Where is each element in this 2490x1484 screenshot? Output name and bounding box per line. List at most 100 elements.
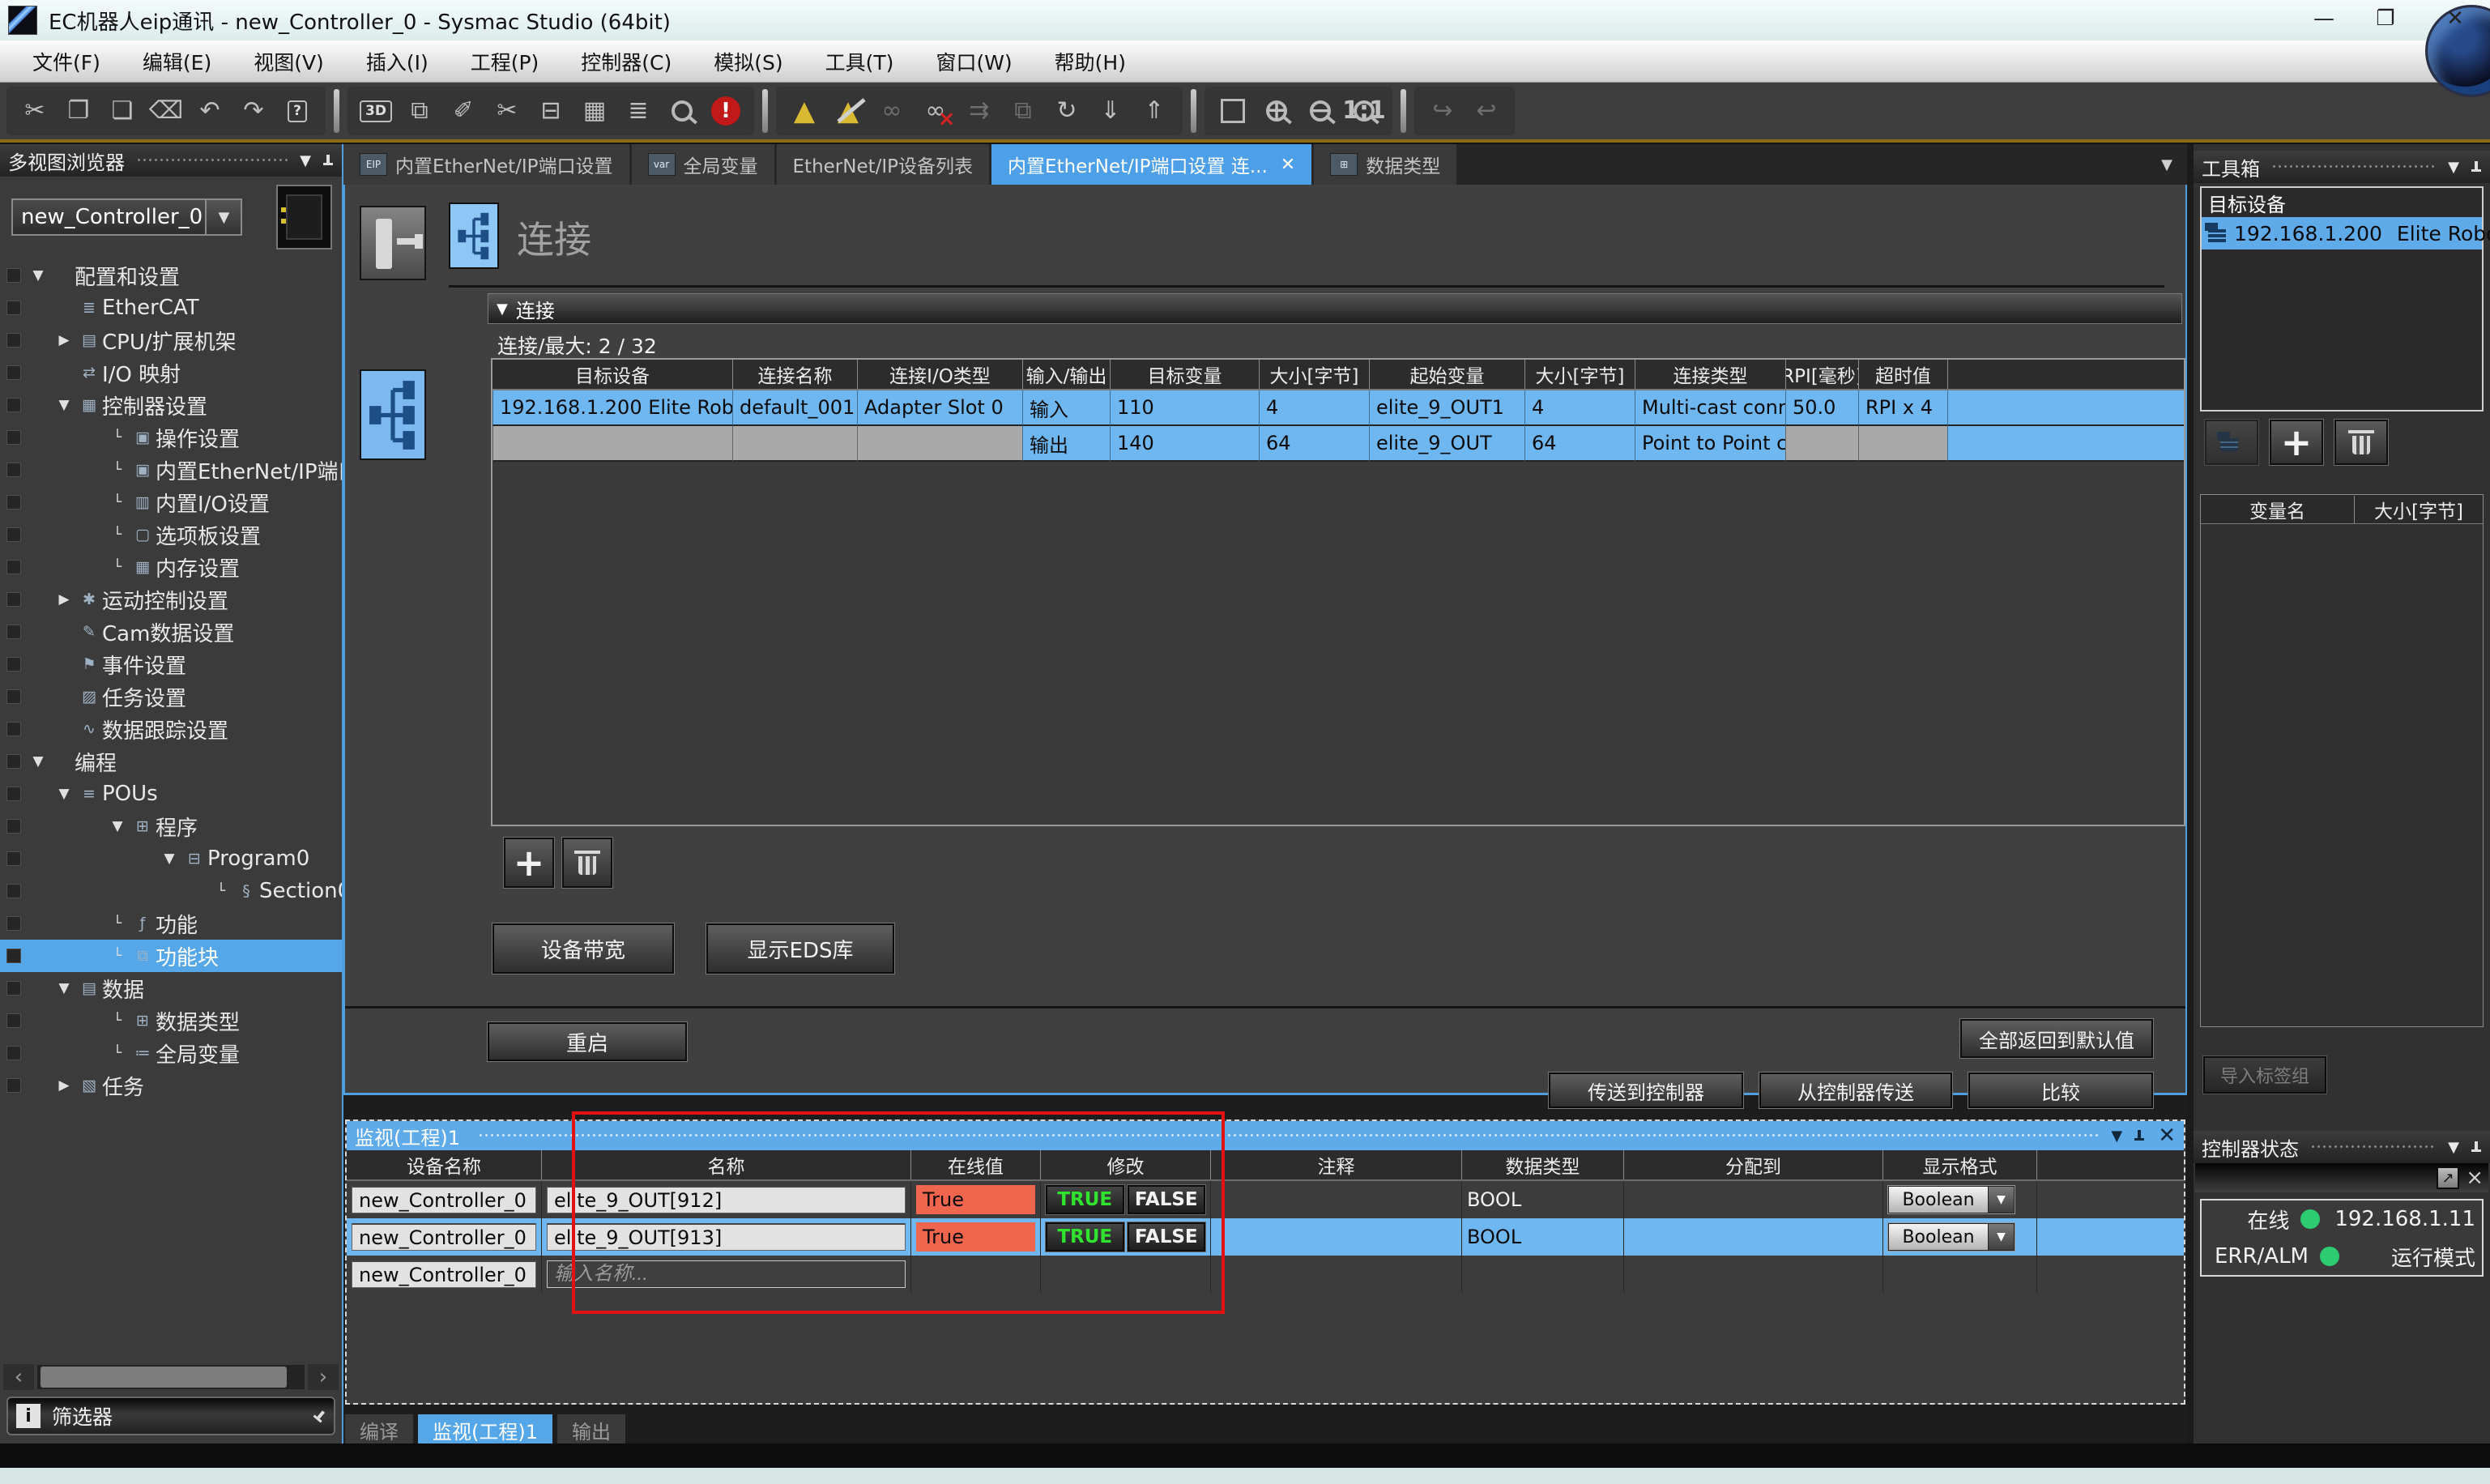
tree-expand-icon[interactable]: ▶ [52,1077,76,1094]
rail-monitor-icon[interactable]: ≣ [616,88,660,134]
menu-controller[interactable]: 控制器(C) [560,41,693,83]
sidebar-item-functions[interactable]: └ ƒ 功能 [0,907,342,940]
tree-checkbox[interactable] [6,463,21,477]
tab-data-types[interactable]: ⊞ 数据类型 [1314,144,1456,185]
tree-expand-icon[interactable]: └ [105,462,130,478]
sidebar-item-programs[interactable]: ▼ ⊞ 程序 [0,810,342,842]
tree-checkbox[interactable] [6,268,21,283]
watch-row-new-entry[interactable]: new_Controller_0 [347,1256,2184,1293]
compare-button[interactable]: 比较 [1968,1072,2153,1108]
tab-close-icon[interactable]: ✕ [1281,155,1295,175]
watch-row-912[interactable]: new_Controller_0 True TRUE FALSE BOOL Bo… [347,1181,2184,1218]
tree-checkbox[interactable] [6,722,21,736]
zoom-fit-icon[interactable] [1211,88,1255,134]
watch-pin-icon[interactable] [2134,1128,2145,1143]
menu-help[interactable]: 帮助(H) [1034,41,1147,83]
watch-row-913-selected[interactable]: new_Controller_0 True TRUE FALSE BOOL Bo… [347,1218,2184,1256]
zoom-100-icon[interactable]: 1:1 [1342,88,1386,134]
wire-cut-icon[interactable]: ✂ [485,88,529,134]
set-false-button[interactable]: FALSE [1128,1222,1206,1252]
tree-checkbox[interactable] [6,1078,21,1093]
close-icon[interactable]: × [2466,1166,2484,1190]
variable-name-input[interactable] [547,1223,906,1251]
sidebar-item-motion-control-settings[interactable]: ▶ ✱ 运动控制设置 [0,583,342,616]
tree-checkbox[interactable] [6,301,21,315]
watch-close-icon[interactable]: ✕ [2158,1124,2176,1148]
tree-expand-icon[interactable]: └ [105,1013,130,1029]
sidebar-item-builtin-io-settings[interactable]: └ ▥ 内置I/O设置 [0,486,342,518]
menu-tools[interactable]: 工具(T) [804,41,915,83]
tree-checkbox[interactable] [6,884,21,898]
import-tag-set-button[interactable]: 导入标签组 [2203,1056,2326,1094]
new-variable-name-input[interactable] [547,1260,906,1288]
tree-expand-icon[interactable]: ▼ [28,267,49,284]
menu-file[interactable]: 文件(F) [11,41,122,83]
online-warning-icon[interactable]: ▲ [782,88,826,134]
menu-insert[interactable]: 插入(I) [345,41,450,83]
tree-checkbox[interactable] [6,398,21,412]
tree-checkbox[interactable] [6,365,21,380]
set-false-button[interactable]: FALSE [1128,1185,1206,1214]
set-true-button[interactable]: TRUE [1046,1185,1124,1214]
device-bandwidth-button[interactable]: 设备带宽 [492,923,674,974]
sidebar-item-builtin-eip-port-settings[interactable]: └ ▣ 内置EtherNet/IP端口设置 [0,454,342,486]
target-device-item-selected[interactable]: 192.168.1.200 Elite Robot [2202,217,2482,249]
chevron-down-icon[interactable]: ▼ [1988,1224,2014,1250]
cut-icon[interactable]: ✂ [13,88,57,134]
tree-checkbox[interactable] [6,981,21,996]
exploded-rack-icon[interactable]: ⧉ [398,88,441,134]
offline-warning-icon[interactable]: ▲ [826,88,870,134]
tree-expand-icon[interactable]: └ [105,559,130,575]
tree-expand-icon[interactable]: └ [105,915,130,932]
tree-expand-icon[interactable]: └ [105,527,130,543]
maximize-button[interactable]: ❐ [2359,3,2412,34]
reset-all-defaults-button[interactable]: 全部返回到默认值 [1960,1019,2153,1058]
panel-menu-arrow-icon[interactable]: ▼ [2448,159,2459,176]
tree-checkbox[interactable] [6,787,21,801]
edit-tool-icon[interactable]: ✐ [441,88,485,134]
sidebar-item-controller-settings[interactable]: ▼ ▦ 控制器设置 [0,389,342,421]
connection-row-input[interactable]: 192.168.1.200 Elite Robot default_001 Ad… [492,390,2184,426]
device-port-view-button[interactable] [360,206,426,280]
sidebar-item-event-settings[interactable]: ⚑ 事件设置 [0,648,342,680]
restart-button[interactable]: 重启 [488,1022,687,1061]
paste-icon[interactable]: ❏ [100,88,144,134]
sidebar-item-data-trace-settings[interactable]: ∿ 数据跟踪设置 [0,713,342,745]
sidebar-item-pous[interactable]: ▼ ≡ POUs [0,778,342,810]
zoom-in-icon[interactable]: + [1255,88,1298,134]
set-true-button[interactable]: TRUE [1046,1222,1124,1252]
watch-menu-arrow-icon[interactable]: ▼ [2111,1128,2122,1145]
upload-from-controller-icon[interactable]: ⇑ [1132,88,1176,134]
tab-builtin-eip-port-settings[interactable]: EIP 内置EtherNet/IP端口设置 [343,144,629,185]
panel-pin-icon[interactable] [322,153,334,168]
copy-icon[interactable]: ❐ [57,88,100,134]
tree-expand-icon[interactable]: ▼ [52,397,76,413]
sidebar-item-section0[interactable]: └ § Section0 [0,875,342,907]
sidebar-section-programming[interactable]: ▼ 编程 [0,745,342,778]
minimize-button[interactable]: — [2297,3,2351,34]
synchronize-icon[interactable]: ↻ [1045,88,1089,134]
redo-icon[interactable]: ↷ [232,88,275,134]
tree-checkbox[interactable] [6,527,21,542]
add-target-device-button[interactable]: + [2270,420,2323,465]
io-map-table-icon[interactable]: ▦ [573,88,616,134]
expand-icon[interactable]: ↗ [2437,1166,2459,1189]
build-error-icon[interactable]: ! [704,88,748,134]
panel-menu-arrow-icon[interactable]: ▼ [2448,1139,2459,1156]
tree-checkbox[interactable] [6,754,21,769]
tree-expand-icon[interactable]: └ [209,883,233,899]
sidebar-item-option-board-settings[interactable]: └ ▢ 选项板设置 [0,518,342,551]
comment-cell[interactable] [1210,1181,1461,1218]
step-run-icon[interactable]: ↪ [1421,88,1465,134]
chevron-down-icon[interactable]: ▼ [205,200,241,234]
tree-checkbox[interactable] [6,495,21,510]
program-transfer-icon[interactable]: ⇉ [957,88,1001,134]
download-to-controller-icon[interactable]: ⇓ [1089,88,1132,134]
scroll-right-icon[interactable]: › [308,1364,339,1390]
controller-select[interactable]: new_Controller_0 ▼ [11,198,242,236]
scroll-left-icon[interactable]: ‹ [3,1364,34,1390]
collapse-arrow-icon[interactable]: ▼ [497,301,508,318]
tab-output[interactable]: 输出 [557,1414,625,1445]
monitor-glasses-icon[interactable]: ∞ [870,88,914,134]
tree-expand-icon[interactable]: ▶ [52,591,76,608]
